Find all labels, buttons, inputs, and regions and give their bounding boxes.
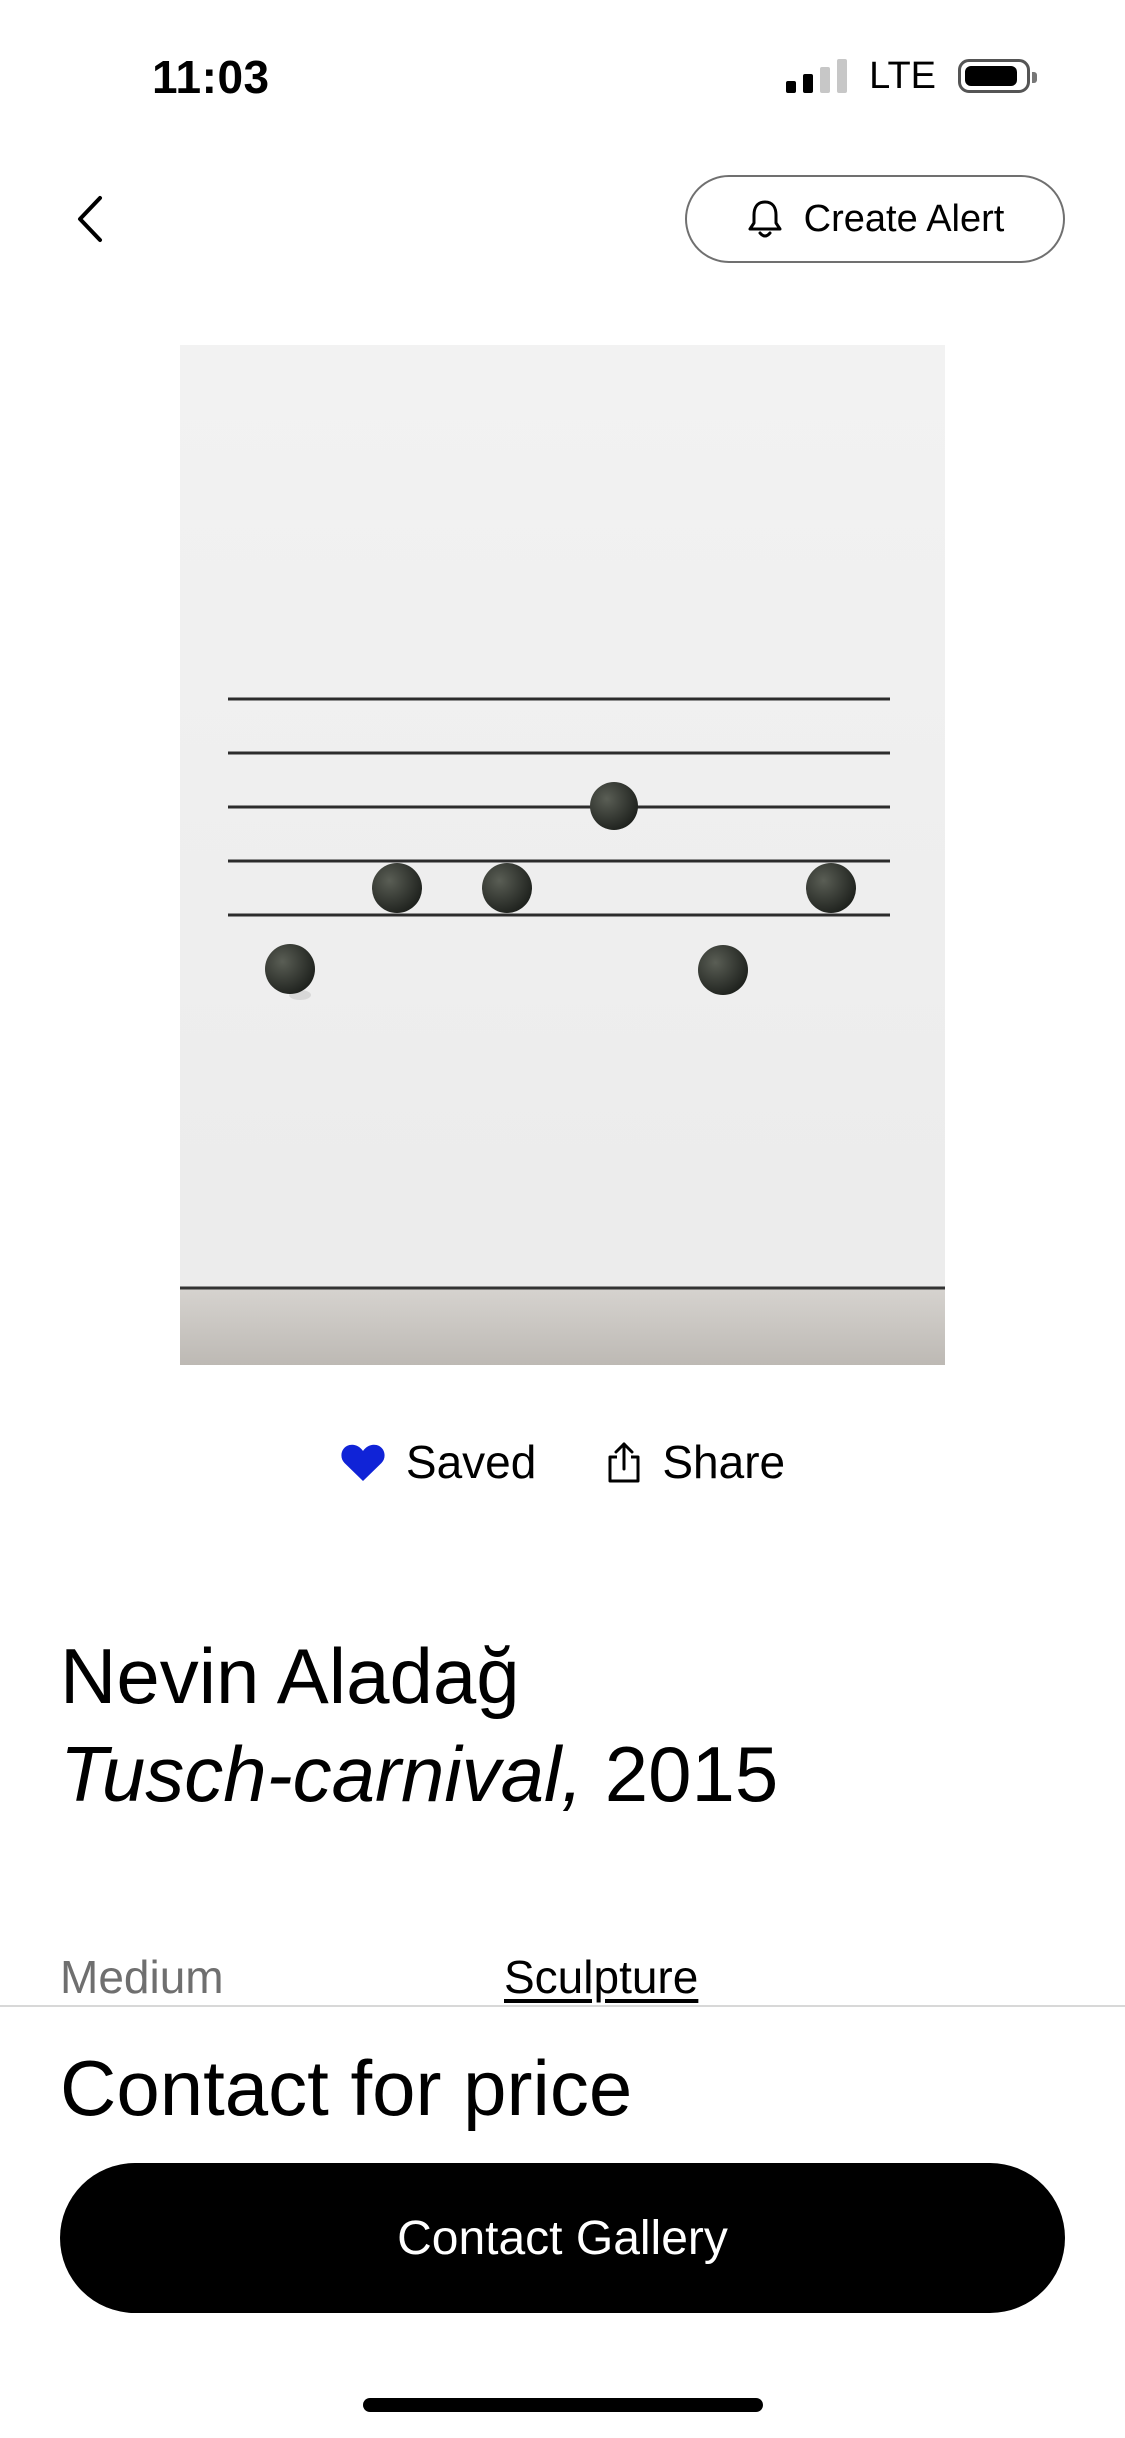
artist-name[interactable]: Nevin Aladağ (60, 1628, 520, 1724)
saved-label: Saved (405, 1436, 537, 1488)
detail-value-medium[interactable]: Sculpture (504, 1950, 698, 2004)
back-button[interactable] (60, 186, 120, 252)
create-alert-label: Create Alert (803, 197, 1005, 240)
home-indicator (363, 2398, 763, 2412)
contact-gallery-button[interactable]: Contact Gallery (60, 2163, 1065, 2313)
battery-icon (958, 59, 1037, 93)
detail-label-medium: Medium (60, 1951, 224, 2003)
bell-icon (748, 200, 782, 238)
artwork-title: Tusch-carnival, (60, 1730, 584, 1818)
status-indicators: LTE (786, 54, 1037, 97)
share-icon (608, 1442, 640, 1483)
artwork-year: 2015 (604, 1730, 779, 1818)
network-type: LTE (869, 54, 936, 97)
artwork-title-line: Tusch-carnival, 2015 (60, 1726, 778, 1822)
create-alert-button[interactable]: Create Alert (685, 175, 1065, 263)
saved-button[interactable]: Saved (340, 1435, 536, 1489)
chevron-left-icon (78, 196, 102, 242)
heart-icon (341, 1444, 385, 1481)
share-label: Share (662, 1436, 786, 1488)
artwork-illustration (180, 345, 945, 1365)
share-button[interactable]: Share (606, 1435, 785, 1489)
signal-icon (786, 59, 848, 93)
status-time: 11:03 (152, 51, 270, 103)
artwork-actions: Saved Share (0, 1435, 1125, 1489)
artwork-image[interactable] (180, 345, 945, 1365)
price-text: Contact for price (60, 2044, 633, 2132)
